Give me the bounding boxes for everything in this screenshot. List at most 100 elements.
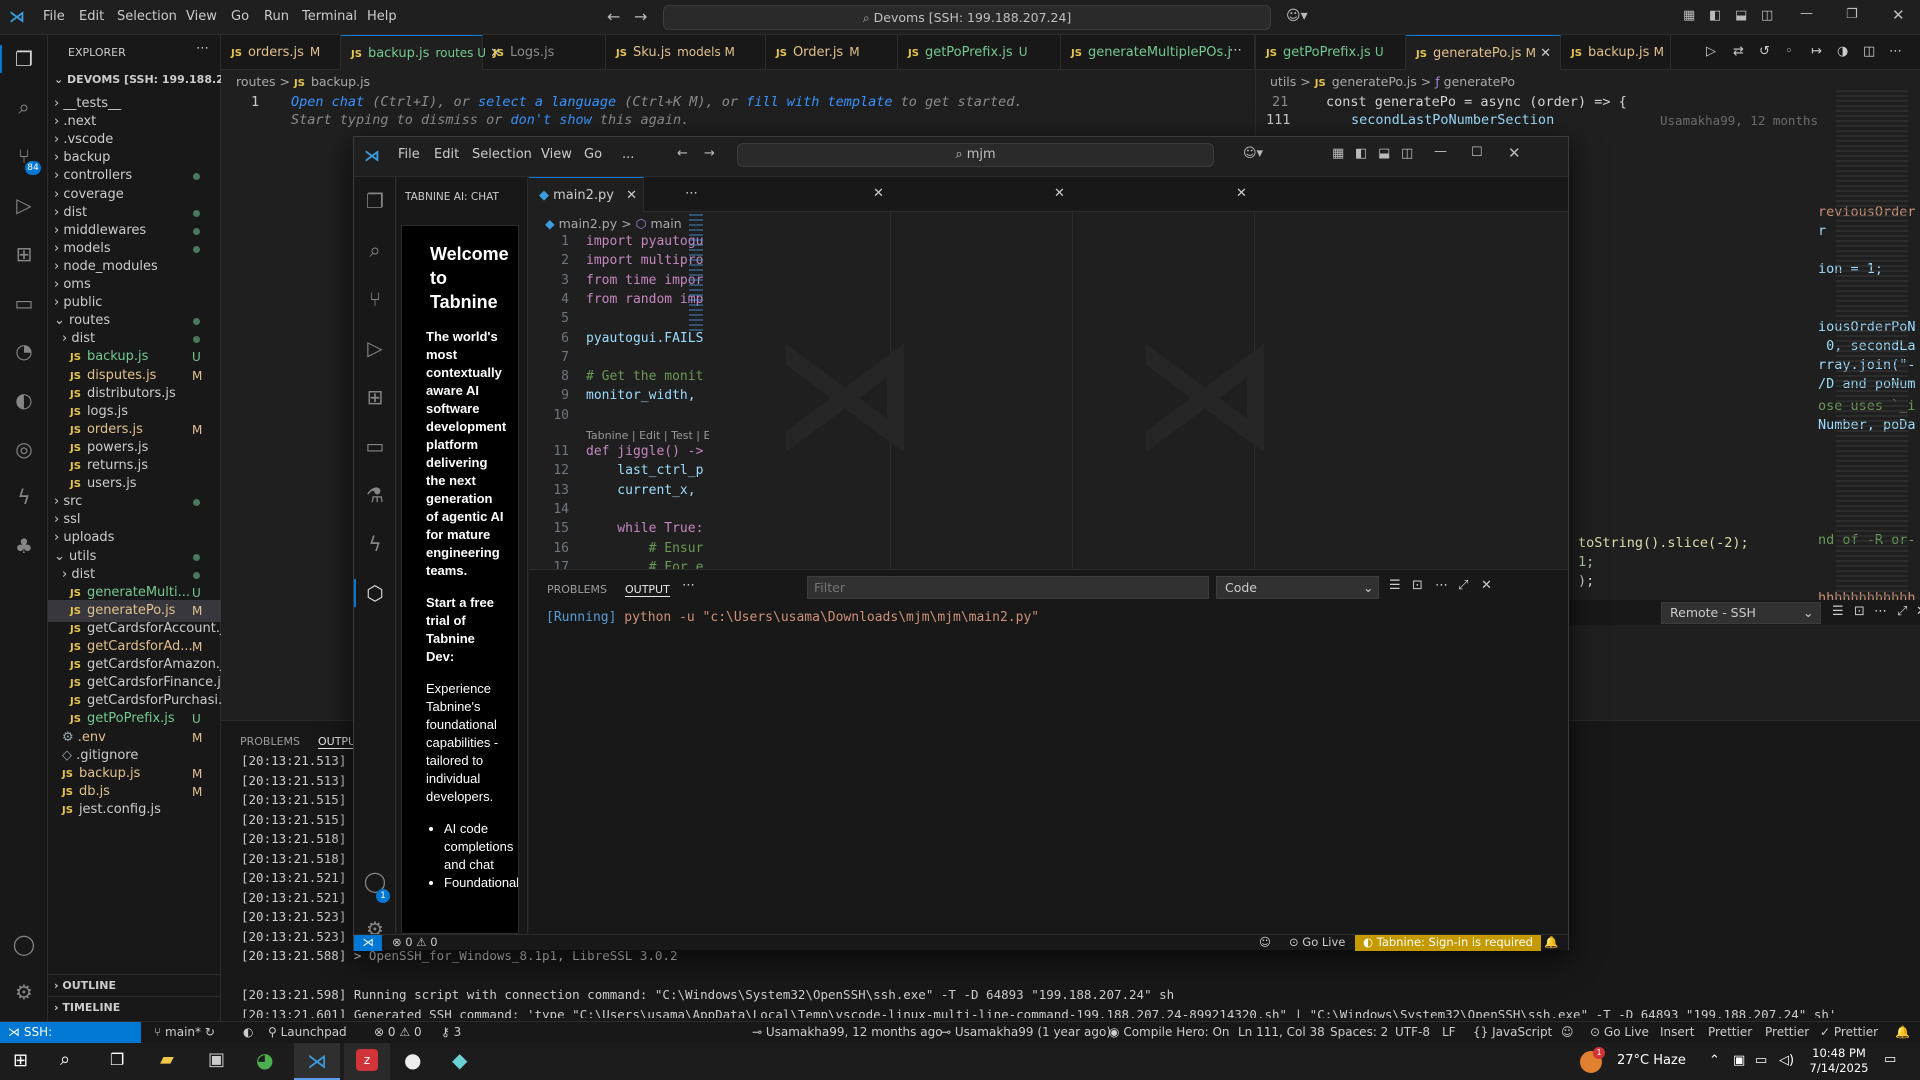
- problems-indicator[interactable]: ⊗ 0 ⚠ 0: [392, 935, 438, 949]
- codelens[interactable]: Tabnine | Edit | Test | E: [586, 429, 709, 442]
- app-taskbar-button[interactable]: z: [344, 1043, 390, 1080]
- more-actions-icon[interactable]: ⋯: [1229, 43, 1242, 58]
- menu-more[interactable]: ...: [622, 147, 634, 162]
- chevron-up-icon[interactable]: ⌃: [1709, 1053, 1720, 1068]
- menu-run[interactable]: Run: [264, 9, 289, 24]
- close-icon[interactable]: ✕: [1054, 186, 1065, 201]
- back-arrow-icon[interactable]: ←: [677, 146, 688, 161]
- minimize-icon[interactable]: —: [1434, 144, 1447, 159]
- menu-terminal[interactable]: Terminal: [302, 9, 357, 24]
- revert-icon[interactable]: ↺: [1759, 44, 1770, 59]
- output-running-line[interactable]: [Running] python -u "c:\Users\usama\Down…: [546, 610, 1039, 625]
- remote-indicator[interactable]: ⋊ SSH: 199.188.207.24: [0, 1022, 141, 1060]
- minimap[interactable]: [689, 214, 703, 334]
- gitlens-status-icon[interactable]: ◐: [243, 1025, 253, 1039]
- compile-hero-icon[interactable]: ◎: [10, 435, 38, 463]
- more-actions-icon[interactable]: ⋯: [1435, 578, 1448, 593]
- network-icon[interactable]: ▭: [1755, 1053, 1767, 1068]
- run-debug-icon[interactable]: ▷: [10, 191, 38, 219]
- sync-icon[interactable]: ↻: [205, 1025, 215, 1039]
- minimize-icon[interactable]: —: [1800, 6, 1813, 21]
- command-center[interactable]: ⌕ Devoms [SSH: 199.188.207.24]: [663, 5, 1271, 30]
- menu-go[interactable]: Go: [231, 9, 249, 24]
- windows-start-icon[interactable]: ⊞: [13, 1050, 28, 1071]
- tabnine-icon[interactable]: ⬡: [361, 579, 389, 607]
- account-icon[interactable]: ◯: [10, 930, 38, 958]
- copilot-status-icon[interactable]: ☺: [1259, 935, 1271, 949]
- output-channel-select[interactable]: Remote - SSH ⌄: [1661, 602, 1821, 624]
- timeline-icon[interactable]: ◑: [1837, 44, 1848, 59]
- app-diamond-icon[interactable]: ◆: [452, 1048, 467, 1072]
- lock-icon[interactable]: ⊡: [1412, 578, 1423, 593]
- task-view-icon[interactable]: ❐: [110, 1050, 124, 1069]
- maximize-icon[interactable]: ⤢: [1897, 604, 1907, 619]
- clock[interactable]: 10:48 PM 7/14/2025: [1808, 1046, 1870, 1076]
- next-change-icon[interactable]: ↦: [1811, 44, 1822, 59]
- chrome-icon[interactable]: ◕: [256, 1048, 273, 1072]
- end-of-line[interactable]: LF: [1442, 1025, 1456, 1039]
- menu-file[interactable]: File: [43, 9, 65, 24]
- more-actions-icon[interactable]: ⋯: [1889, 44, 1902, 59]
- encoding[interactable]: UTF-8: [1395, 1025, 1430, 1039]
- more-actions-icon[interactable]: ⋯: [682, 578, 695, 593]
- compile-hero-status[interactable]: ◉ Compile Hero: On: [1109, 1025, 1230, 1039]
- menu-edit[interactable]: Edit: [434, 147, 459, 162]
- tab-problems[interactable]: PROBLEMS: [547, 583, 607, 596]
- tab-main2[interactable]: ◆ main2.py ✕: [529, 177, 644, 212]
- cursor-position[interactable]: Ln 111, Col 38: [1238, 1025, 1325, 1039]
- gitlens-icon[interactable]: ◐: [10, 386, 38, 414]
- editor-tab[interactable]: JS getPoPrefix.js U: [898, 35, 1061, 70]
- editor-tab[interactable]: JS generateMultiplePOs.j: [1061, 35, 1255, 70]
- extensions-icon[interactable]: ⊞: [10, 240, 38, 268]
- fill-template-link[interactable]: fill with template: [746, 94, 892, 110]
- menu-selection[interactable]: Selection: [472, 147, 532, 162]
- store-icon[interactable]: ▣: [208, 1049, 225, 1070]
- compare-icon[interactable]: ⇄: [1733, 44, 1744, 59]
- win2-search-box[interactable]: ⌕ mjm: [737, 143, 1214, 167]
- copilot-icon[interactable]: ☺▾: [1286, 8, 1308, 24]
- menu-selection[interactable]: Selection: [117, 9, 177, 24]
- run-debug-icon[interactable]: ▷: [361, 334, 389, 362]
- bell-icon[interactable]: 🔔: [1544, 935, 1558, 949]
- remote-explorer-icon[interactable]: ▭: [10, 289, 38, 317]
- forward-arrow-icon[interactable]: →: [704, 146, 715, 161]
- panel-icon[interactable]: ⬓: [1735, 8, 1747, 23]
- editor-tab[interactable]: JS Sku.js models M: [606, 35, 766, 70]
- close-icon[interactable]: ✕: [873, 186, 884, 201]
- tab-generatepo[interactable]: JS generatePo.js M ✕: [1406, 35, 1561, 70]
- blame-2[interactable]: ⊸ Usamakha99 (1 year ago): [941, 1025, 1111, 1039]
- go-live[interactable]: ⊙ Go Live: [1289, 935, 1345, 949]
- menu-view[interactable]: View: [541, 147, 572, 162]
- sidebar-icon[interactable]: ◧: [1709, 8, 1721, 23]
- app-circle-icon[interactable]: ●: [404, 1048, 421, 1072]
- problems-indicator[interactable]: ⊗ 0 ⚠ 0: [374, 1025, 422, 1039]
- prettier-1[interactable]: Prettier: [1708, 1025, 1752, 1039]
- list-icon[interactable]: ☰: [1389, 578, 1401, 593]
- tabnine-status[interactable]: ◐ Tabnine: Sign-in is required: [1355, 935, 1541, 951]
- language-mode[interactable]: {} JavaScript: [1473, 1025, 1552, 1039]
- breadcrumb-folder[interactable]: routes: [236, 74, 276, 89]
- python-editor[interactable]: ◆ main2.py > ⬡ main 1 import pyautogu 2 imp…: [529, 212, 709, 569]
- dont-show-link[interactable]: don't show: [510, 112, 591, 128]
- volume-icon[interactable]: ◁): [1779, 1053, 1794, 1068]
- more-actions-icon[interactable]: ⋯: [196, 41, 209, 56]
- list-icon[interactable]: ☰: [1832, 604, 1844, 619]
- menu-help[interactable]: Help: [367, 9, 397, 24]
- tab-problems[interactable]: PROBLEMS: [240, 735, 300, 748]
- layout-icon[interactable]: ▦: [1683, 8, 1695, 23]
- gear-icon[interactable]: ⚙: [10, 978, 38, 1006]
- split-icon[interactable]: ◫: [1761, 8, 1773, 23]
- editor-tab[interactable]: JS Logs.js: [483, 35, 606, 70]
- breadcrumb-file[interactable]: main2.py: [559, 216, 618, 231]
- code-line[interactable]: secondLastPoNumberSection: [1351, 112, 1554, 128]
- filter-input[interactable]: [807, 576, 1209, 599]
- file-explorer-icon[interactable]: ▰: [160, 1049, 174, 1070]
- insert-mode[interactable]: Insert: [1660, 1025, 1694, 1039]
- sidebar-icon[interactable]: ◧: [1355, 146, 1367, 161]
- search-icon[interactable]: ⌕: [60, 1049, 70, 1070]
- open-chat-link[interactable]: Open chat: [291, 94, 364, 110]
- tree-item[interactable]: JS jest.config.js: [48, 799, 221, 821]
- close-icon[interactable]: ✕: [1508, 144, 1521, 162]
- panel-icon[interactable]: ⬓: [1378, 146, 1390, 161]
- breadcrumb-file[interactable]: generatePo.js: [1332, 74, 1417, 89]
